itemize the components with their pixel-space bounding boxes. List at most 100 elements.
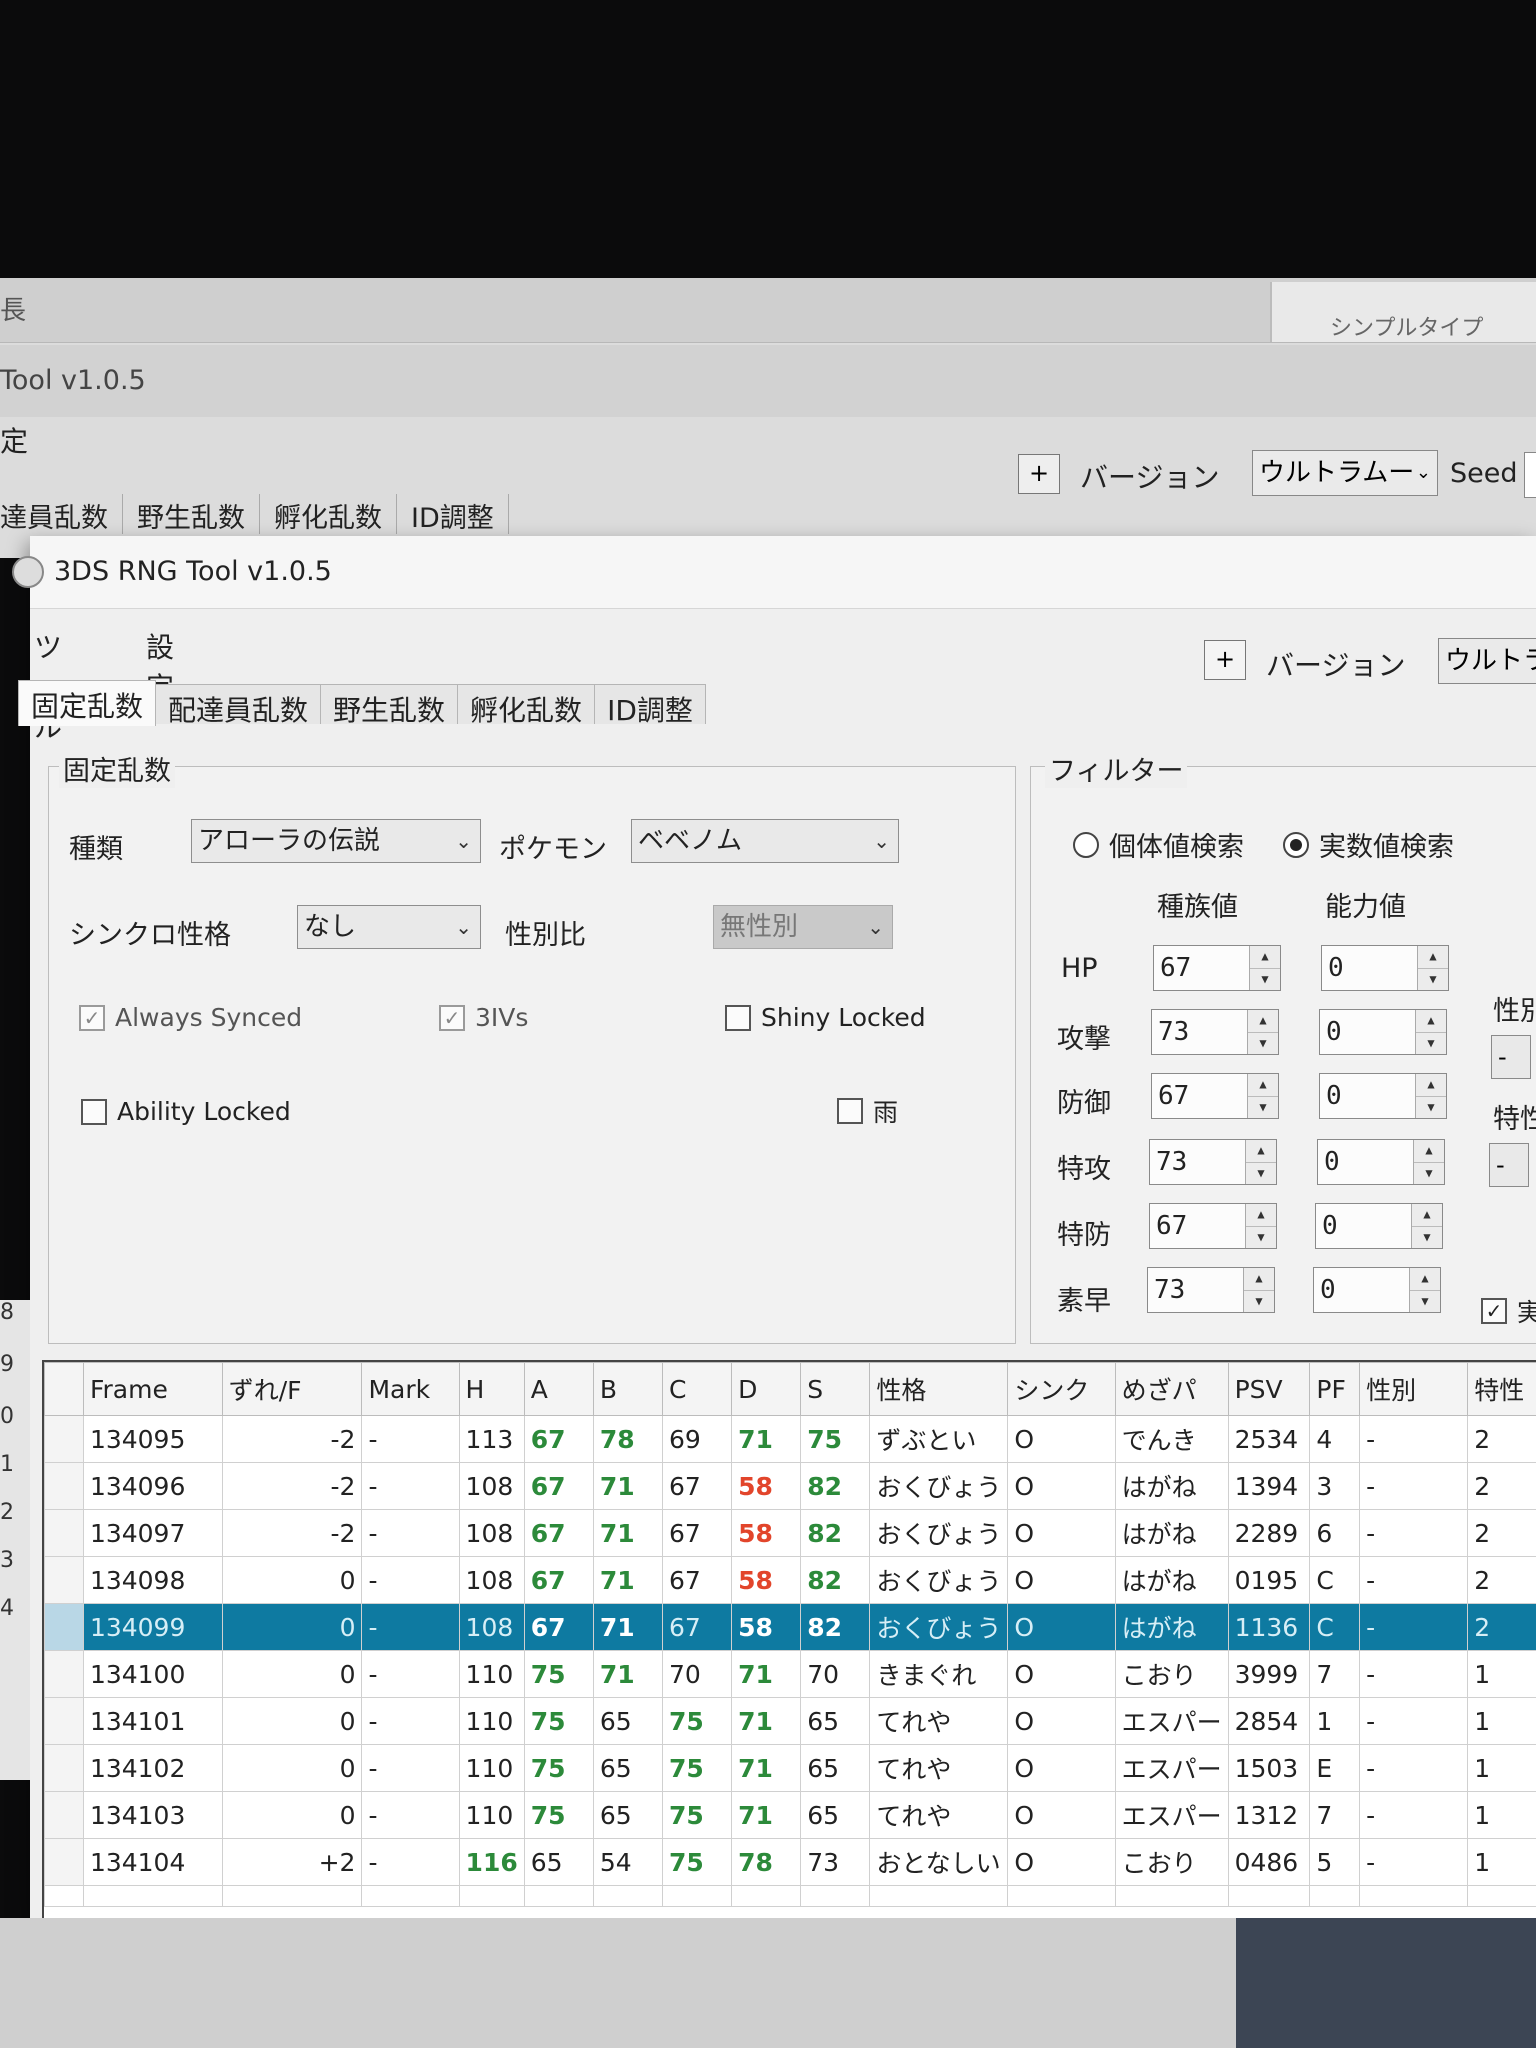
background-tab-3[interactable]: ID調整 [411,494,509,534]
row-header[interactable] [44,1650,84,1698]
tab-delivery-rng[interactable]: 配達員乱数 [155,684,322,727]
base-stat-speed-stepper[interactable]: 73 ▲ ▼ [1147,1267,1275,1313]
rain-checkbox[interactable]: 雨 [837,1093,898,1129]
pokemon-select[interactable]: ベベノム ⌄ [631,819,899,863]
table-row[interactable]: 134103 0-110 75 65 75 71 65 てれや O エスパー 1312 7-1 [44,1791,1536,1839]
header-gender[interactable]: 性別 [1359,1362,1469,1416]
base-stat-attack-stepper[interactable]: 73 ▲ ▼ [1151,1009,1279,1055]
stepper-arrows-icon[interactable]: ▲ ▼ [1247,1010,1278,1054]
background-version-value: ウルトラムー [1259,458,1415,488]
table-row[interactable]: 134095 -2-113 67 78 69 71 75 ずぶとい O でんき 2534 4-2 [44,1415,1536,1463]
header-ability[interactable]: 特性 [1467,1362,1536,1416]
header-b[interactable]: B [592,1362,663,1416]
stepper-arrows-icon[interactable]: ▲ ▼ [1409,1268,1440,1312]
gender-ratio-select[interactable]: 無性別 ⌄ [713,905,893,949]
header-psv[interactable]: PSV [1227,1362,1311,1416]
stat-hp-stepper[interactable]: 0 ▲ ▼ [1321,945,1449,991]
ability-locked-checkbox[interactable]: Ability Locked [81,1097,291,1126]
header-c[interactable]: C [661,1362,733,1416]
cell-mark: - [361,1603,460,1651]
version-select[interactable]: ウルトラ [1438,638,1536,684]
base-stat-sp-defense-stepper[interactable]: 67 ▲ ▼ [1149,1203,1277,1249]
stat-attack-stepper[interactable]: 0 ▲ ▼ [1319,1009,1447,1055]
background-right-tab[interactable]: シンプルタイプ [1270,282,1536,342]
table-row[interactable]: 134096 -2-108 67 71 67 58 82 おくびょう O はがね 1394 3-2 [44,1462,1536,1510]
stepper-arrows-icon[interactable]: ▲ ▼ [1247,1074,1278,1118]
stat-sp-defense-stepper[interactable]: 0 ▲ ▼ [1315,1203,1443,1249]
stepper-arrows-icon[interactable]: ▲ ▼ [1413,1140,1444,1184]
plus-button[interactable]: + [1204,640,1246,680]
stepper-arrows-icon[interactable]: ▲ ▼ [1411,1204,1442,1248]
side-gender-select[interactable]: - [1491,1035,1531,1079]
three-ivs-checkbox[interactable]: ✓ 3IVs [439,1003,528,1032]
side-ability-select[interactable]: - [1489,1143,1529,1187]
background-tab-2[interactable]: 孵化乱数 [274,494,397,534]
table-row[interactable]: 134104 +2-116 65 54 75 78 73 おとなしい O こおり 0486 5-1 [44,1838,1536,1886]
tab-id-adjust[interactable]: ID調整 [594,684,706,727]
row-header[interactable] [44,1791,84,1839]
stat-search-radio[interactable]: 実数値検索 [1283,825,1454,864]
row-header[interactable] [44,1556,84,1604]
stat-speed-stepper[interactable]: 0 ▲ ▼ [1313,1267,1441,1313]
stepper-arrows-icon[interactable]: ▲ ▼ [1417,946,1448,990]
tab-fixed-rng[interactable]: 固定乱数 [18,680,157,726]
stepper-arrows-icon[interactable]: ▲ ▼ [1245,1140,1276,1184]
background-seed-input[interactable] [1524,452,1536,498]
row-header[interactable] [44,1509,84,1557]
row-header[interactable] [44,1838,84,1886]
background-tab-1[interactable]: 野生乱数 [137,494,260,534]
cell-b: 71 [592,1603,663,1651]
table-row[interactable]: 134099 0-108 67 71 67 58 82 おくびょう O はがね 1136 C -2 [44,1603,1536,1651]
type-select[interactable]: アローラの伝説 ⌄ [191,819,481,863]
cell-a: 75 [523,1744,594,1792]
row-header[interactable] [44,1462,84,1510]
stat-defense-stepper[interactable]: 0 ▲ ▼ [1319,1073,1447,1119]
header-hidden-power[interactable]: めざパ [1114,1362,1229,1416]
tab-egg-rng[interactable]: 孵化乱数 [457,684,596,727]
header-h[interactable]: H [458,1362,525,1416]
stepper-arrows-icon[interactable]: ▲ ▼ [1243,1268,1274,1312]
header-pf[interactable]: PF [1309,1362,1361,1416]
sync-nature-select[interactable]: なし ⌄ [297,905,481,949]
header-nature[interactable]: 性格 [869,1362,1009,1416]
stepper-arrows-icon[interactable]: ▲ ▼ [1249,946,1280,990]
base-stat-defense-stepper[interactable]: 67 ▲ ▼ [1151,1073,1279,1119]
results-grid[interactable]: Frame ずれ/F Mark H A B C D S 性格 シンク めざパ P… [42,1360,1536,1930]
header-mark[interactable]: Mark [361,1362,460,1416]
header-sync[interactable]: シンク [1007,1362,1116,1416]
always-synced-checkbox[interactable]: ✓ Always Synced [79,1003,302,1032]
cell-s: 82 [800,1603,871,1651]
filter-legend: フィルター [1045,749,1188,788]
side-checkbox[interactable]: ✓ 実 [1481,1293,1536,1329]
stepper-arrows-icon[interactable]: ▲ ▼ [1415,1074,1446,1118]
row-header[interactable] [44,1603,84,1651]
iv-search-radio[interactable]: 個体値検索 [1073,825,1244,864]
base-stat-hp-stepper[interactable]: 67 ▲ ▼ [1153,945,1281,991]
stat-sp-attack-stepper[interactable]: 0 ▲ ▼ [1317,1139,1445,1185]
shiny-locked-checkbox[interactable]: Shiny Locked [725,1003,926,1032]
table-row[interactable]: 134097 -2-108 67 71 67 58 82 おくびょう O はがね 2289 6-2 [44,1509,1536,1557]
header-frame[interactable]: Frame [82,1362,223,1416]
header-d[interactable]: D [731,1362,802,1416]
row-header[interactable] [44,1744,84,1792]
table-row[interactable]: 134101 0-110 75 65 75 71 65 てれや O エスパー 2854 1-1 [44,1697,1536,1745]
base-stat-sp-attack-stepper[interactable]: 73 ▲ ▼ [1149,1139,1277,1185]
stepper-arrows-icon[interactable]: ▲ ▼ [1245,1204,1276,1248]
tab-wild-rng[interactable]: 野生乱数 [320,684,459,727]
row-header[interactable] [44,1415,84,1463]
cell-s: 82 [800,1556,871,1604]
stepper-arrows-icon[interactable]: ▲ ▼ [1415,1010,1446,1054]
cell-sync: O [1007,1509,1116,1557]
row-header[interactable] [44,1697,84,1745]
background-plus-button[interactable]: + [1018,454,1060,494]
table-row[interactable]: 134102 0-110 75 65 75 71 65 てれや O エスパー 1503 E -1 [44,1744,1536,1792]
table-row[interactable]: 134098 0-108 67 71 67 58 82 おくびょう O はがね 0195 C -2 [44,1556,1536,1604]
table-row[interactable]: 134100 0-110 75 71 70 71 70 きまぐれ O こおり 3999 7-1 [44,1650,1536,1698]
header-a[interactable]: A [523,1362,594,1416]
cell-shift: +2 [221,1838,363,1886]
header-shift[interactable]: ずれ/F [221,1362,363,1416]
header-s[interactable]: S [800,1362,871,1416]
background-menu-item[interactable]: 定 [0,420,28,460]
background-version-select[interactable]: ウルトラムー ⌄ [1252,450,1438,496]
background-tab-0[interactable]: 達員乱数 [0,494,123,534]
